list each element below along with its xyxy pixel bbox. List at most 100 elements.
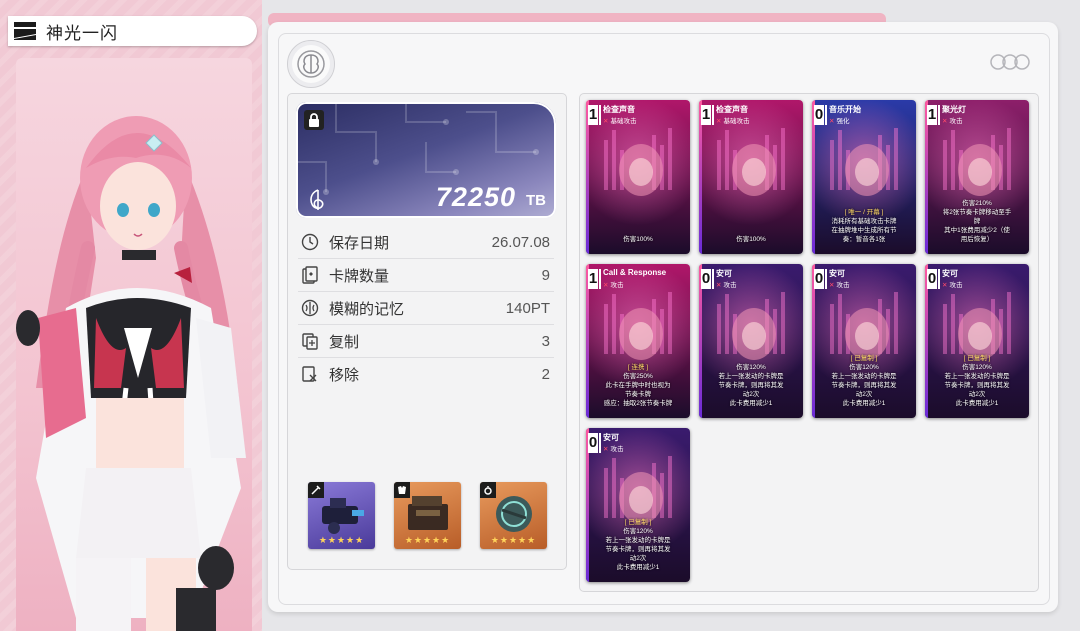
card-description-line: 用后恢复） bbox=[960, 236, 994, 243]
card-type: ✕ 攻击 bbox=[942, 279, 962, 289]
circuit-pattern bbox=[296, 102, 539, 195]
attack-type-icon: ✕ bbox=[942, 282, 948, 289]
card-description-line: 此卡费用减少1 bbox=[729, 400, 773, 407]
card-description-line: [ 唯一 / 开幕 ] bbox=[844, 209, 884, 216]
card-description-line: 伤害120% bbox=[623, 528, 653, 535]
stat-value: 2 bbox=[541, 365, 550, 383]
card-description-line: 动2次 bbox=[855, 391, 873, 398]
card-description: [ 已复制 ] 伤害120% 若上一张发动的卡牌是 节奏卡牌，则再将其发 动2次 此卡费用… bbox=[592, 518, 684, 572]
storage-unit: TB bbox=[526, 192, 546, 209]
stat-value: 26.07.08 bbox=[491, 233, 550, 251]
card-description-line: 动2次 bbox=[629, 555, 647, 562]
card-cost-divider bbox=[599, 105, 601, 125]
attack-type-icon: ✕ bbox=[829, 118, 835, 125]
deck-card[interactable]: 1 聚光灯 ✕ 攻击 伤害210% 将2张节奏卡牌移动至手牌其中1张费用减少2（使 用后恢复… bbox=[925, 100, 1029, 254]
card-type-label: 强化 bbox=[836, 118, 850, 125]
card-type: ✕ 强化 bbox=[829, 115, 849, 125]
stat-label: 卡牌数量 bbox=[329, 267, 390, 285]
lock-icon[interactable] bbox=[304, 110, 324, 130]
star-rating: ★★★★★ bbox=[318, 535, 365, 545]
card-cost-divider bbox=[599, 433, 601, 453]
card-cost-divider bbox=[599, 269, 601, 289]
stat-label: 复制 bbox=[329, 333, 360, 351]
card-type: ✕ 基础攻击 bbox=[716, 115, 749, 125]
card-description-line: 伤害100% bbox=[623, 236, 653, 243]
card-description-line: [ 已复制 ] bbox=[624, 519, 652, 526]
stat-label: 模糊的记忆 bbox=[329, 300, 405, 318]
card-description-line: 节奏卡牌，则再将其发 bbox=[605, 546, 671, 553]
card-description-line: [ 连携 ] bbox=[627, 364, 649, 371]
stat-row-remove: 移除 2 bbox=[298, 358, 554, 390]
attack-type-icon: ✕ bbox=[716, 118, 722, 125]
star-rating: ★★★★★ bbox=[490, 535, 537, 545]
card-description-line: 其中1张费用减少2（使 bbox=[944, 227, 1010, 234]
card-name: 安可 bbox=[603, 433, 619, 442]
card-type-label: 攻击 bbox=[723, 282, 737, 289]
deck-card[interactable]: 0 安可 ✕ 攻击 伤害120% 若上一张发动的卡牌是 节奏卡牌，则再将其发 动2次 此卡费用减… bbox=[699, 264, 803, 418]
card-cost: 1 bbox=[701, 105, 711, 125]
stat-label: 移除 bbox=[329, 366, 360, 384]
deck-card[interactable]: 0 安可 ✕ 攻击[ 已复制 ] 伤害120% 若上一张发动的卡牌是 节奏卡牌，则再将其发动… bbox=[812, 264, 916, 418]
deck-card[interactable]: 1 检查声音 ✕ 基础攻击伤害100% bbox=[586, 100, 690, 254]
stat-value: 9 bbox=[541, 266, 550, 284]
card-type-label: 攻击 bbox=[836, 282, 850, 289]
stat-row-card-count: 卡牌数量 9 bbox=[298, 259, 554, 292]
card-description-line: 若上一张发动的卡牌是 bbox=[718, 373, 784, 380]
card-cost-divider bbox=[712, 105, 714, 125]
attack-type-icon: ✕ bbox=[829, 282, 835, 289]
card-type: ✕ 基础攻击 bbox=[603, 115, 636, 125]
card-name: 安可 bbox=[829, 269, 845, 278]
card-cost: 1 bbox=[588, 105, 598, 125]
equipment-weapon[interactable]: ★★★★★ bbox=[308, 482, 375, 549]
card-description-line: 奏：暂音各1张 bbox=[842, 236, 886, 243]
card-cost: 0 bbox=[588, 433, 598, 453]
deck-card[interactable]: 1 检查声音 ✕ 基础攻击 伤害100% bbox=[699, 100, 803, 254]
star-rating: ★★★★★ bbox=[404, 535, 451, 545]
card-description-line: 感应：抽取2张节奏卡牌 bbox=[603, 400, 673, 407]
card-description-line: 消耗所有基础攻击卡牌 bbox=[831, 218, 897, 225]
card-description: 伤害100% bbox=[592, 235, 684, 244]
deck-card[interactable]: 1 Call & Response ✕ 攻击 [ 连携 ] 伤害250% 此卡在手牌中时也视… bbox=[586, 264, 690, 418]
card-description-line: 牌 bbox=[973, 218, 981, 225]
card-description-line: 伤害120% bbox=[962, 364, 992, 371]
card-description-line: 节奏卡牌，则再将其发 bbox=[944, 382, 1010, 389]
card-type-label: 攻击 bbox=[610, 282, 624, 289]
character-name-tab[interactable]: 神光一闪 bbox=[8, 16, 257, 46]
card-description-line: 伤害100% bbox=[736, 236, 766, 243]
card-description-line: 节奏卡牌 bbox=[625, 391, 651, 398]
card-name: 安可 bbox=[942, 269, 958, 278]
stat-row-copy: 复制 3 bbox=[298, 325, 554, 358]
card-type-label: 基础攻击 bbox=[723, 118, 750, 125]
card-description-line: 若上一张发动的卡牌是 bbox=[944, 373, 1010, 380]
clock-icon bbox=[300, 232, 320, 252]
stat-value: 3 bbox=[541, 332, 550, 350]
deck-card[interactable]: 0 安可 ✕ 攻击[ 已复制 ] 伤害120% 若上一张发动的卡牌是 节奏卡牌，则再将其发动… bbox=[925, 264, 1029, 418]
card-name: 聚光灯 bbox=[942, 105, 966, 114]
attack-type-icon: ✕ bbox=[942, 118, 948, 125]
attack-type-icon: ✕ bbox=[716, 282, 722, 289]
equipment-armor[interactable]: ★★★★★ bbox=[394, 482, 461, 549]
card-cost-divider bbox=[938, 105, 940, 125]
stat-row-save-date: 保存日期 26.07.08 bbox=[298, 226, 554, 259]
card-description: 伤害120% 若上一张发动的卡牌是 节奏卡牌，则再将其发 动2次 此卡费用减少1 bbox=[705, 363, 797, 408]
card-type-label: 基础攻击 bbox=[610, 118, 637, 125]
card-description-line: 若上一张发动的卡牌是 bbox=[831, 373, 897, 380]
card-description: [ 唯一 / 开幕 ] 消耗所有基础攻击卡牌 在抽牌堆中生成所有节 奏：暂音各1张 bbox=[818, 208, 910, 244]
deck-card[interactable]: 0 音乐开始 ✕ 强化[ 唯一 / 开幕 ] 消耗所有基础攻击卡牌 在抽牌堆中生成所有节奏… bbox=[812, 100, 916, 254]
music-note-icon bbox=[310, 189, 324, 210]
card-description-line: 此卡费用减少1 bbox=[955, 400, 999, 407]
stat-label: 保存日期 bbox=[329, 234, 390, 252]
copy-icon bbox=[300, 331, 320, 351]
card-name: 检查声音 bbox=[603, 105, 635, 114]
equipment-accessory[interactable]: ★★★★★ bbox=[480, 482, 547, 549]
card-type: ✕ 攻击 bbox=[942, 115, 962, 125]
card-description: [ 已复制 ] 伤害120% 若上一张发动的卡牌是 节奏卡牌，则再将其发 动2次 此卡费用… bbox=[818, 354, 910, 408]
deck-card[interactable]: 0 安可 ✕ 攻击[ 已复制 ] 伤害120% 若上一张发动的卡牌是 节奏卡牌，则再将其发动… bbox=[586, 428, 690, 582]
card-name: 检查声音 bbox=[716, 105, 748, 114]
card-count-icon bbox=[300, 265, 320, 285]
rings-logo-icon bbox=[990, 54, 1030, 70]
stat-value: 140PT bbox=[505, 299, 550, 317]
card-description-line: 此卡费用减少1 bbox=[616, 564, 660, 571]
brain-emblem-icon bbox=[287, 40, 335, 88]
card-type-label: 攻击 bbox=[949, 118, 963, 125]
